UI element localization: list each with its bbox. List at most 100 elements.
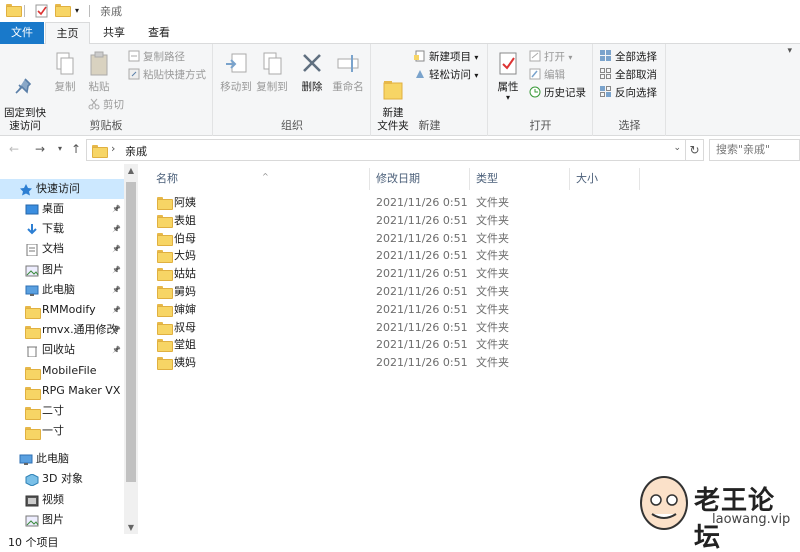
- sidebar-item[interactable]: 此电脑 📌: [0, 280, 124, 300]
- table-row[interactable]: 姨妈 2021/11/26 0:51 文件夹: [152, 354, 642, 372]
- address-bar[interactable]: › 亲戚 ⌄: [86, 139, 686, 161]
- back-arrow-icon[interactable]: ←: [6, 141, 22, 157]
- table-row[interactable]: 婶婶 2021/11/26 0:51 文件夹: [152, 301, 642, 319]
- invert-selection-button[interactable]: 反向选择: [600, 84, 657, 102]
- breadcrumb-current-folder[interactable]: 亲戚: [125, 143, 147, 159]
- document-icon: [25, 243, 39, 257]
- sidebar-item[interactable]: 桌面 📌: [0, 199, 124, 219]
- quick-access-dropdown-icon[interactable]: ▾: [75, 4, 85, 18]
- scrollbar-thumb[interactable]: [126, 182, 136, 482]
- sidebar-scrollbar[interactable]: ▲ ▼: [124, 164, 138, 534]
- file-date: 2021/11/26 0:51: [376, 267, 468, 281]
- sidebar-item[interactable]: RMModify 📌: [0, 300, 124, 320]
- forward-arrow-icon[interactable]: →: [32, 141, 48, 157]
- column-header-type[interactable]: 类型: [470, 168, 570, 190]
- invert-selection-label: 反向选择: [615, 87, 657, 99]
- copy-to-button[interactable]: 复制到: [254, 50, 290, 94]
- pin-icon: 📌: [112, 225, 121, 234]
- sidebar-item[interactable]: MobileFile: [0, 361, 124, 381]
- sidebar-item[interactable]: 图片 📌: [0, 260, 124, 280]
- column-header-name[interactable]: 名称 ^: [150, 168, 370, 190]
- search-input[interactable]: 搜索"亲戚": [709, 139, 800, 161]
- new-folder-icon[interactable]: [55, 4, 71, 18]
- paste-button[interactable]: 粘贴: [84, 50, 114, 94]
- new-item-button[interactable]: 新建项目 ▾: [414, 48, 478, 66]
- sidebar-item[interactable]: RPG Maker VX A: [0, 381, 124, 401]
- picture-icon: [25, 514, 39, 527]
- sidebar-item[interactable]: 3D 对象: [0, 469, 124, 489]
- select-all-button[interactable]: 全部选择: [600, 48, 657, 66]
- folder-icon: [92, 145, 108, 158]
- table-row[interactable]: 堂姐 2021/11/26 0:51 文件夹: [152, 336, 642, 354]
- pin-icon: 📌: [112, 245, 121, 254]
- tab-share[interactable]: 共享: [95, 22, 133, 44]
- sidebar-item[interactable]: 视频: [0, 490, 124, 510]
- item-count: 10 个项目: [8, 536, 59, 549]
- refresh-icon[interactable]: ↻: [686, 139, 704, 161]
- table-row[interactable]: 伯母 2021/11/26 0:51 文件夹: [152, 230, 642, 248]
- table-row[interactable]: 大妈 2021/11/26 0:51 文件夹: [152, 247, 642, 265]
- tab-view[interactable]: 查看: [140, 22, 178, 44]
- recent-locations-chevron-icon[interactable]: ▾: [52, 141, 68, 157]
- edit-button[interactable]: 编辑: [529, 66, 565, 84]
- sidebar-item[interactable]: rmvx.通用修改 📌: [0, 320, 124, 340]
- scroll-down-icon[interactable]: ▼: [124, 523, 138, 532]
- new-group: 新建 文件夹 新建项目 ▾ 轻松访问 ▾ 新建: [372, 44, 488, 136]
- copy-button[interactable]: 复制: [50, 50, 80, 94]
- column-header-size[interactable]: 大小: [570, 168, 640, 190]
- select-all-label: 全部选择: [615, 51, 657, 63]
- table-row[interactable]: 叔母 2021/11/26 0:51 文件夹: [152, 319, 642, 337]
- computer-icon: [25, 284, 39, 296]
- new-folder-icon: [381, 63, 405, 100]
- cut-button[interactable]: 剪切: [88, 96, 124, 114]
- address-dropdown-icon[interactable]: ⌄: [673, 143, 681, 153]
- sidebar-item[interactable]: 图片: [0, 510, 124, 530]
- sidebar-item-this-pc[interactable]: 此电脑: [0, 449, 124, 469]
- folder-icon: [25, 365, 41, 380]
- delete-button[interactable]: 删除: [298, 50, 326, 94]
- sidebar-item[interactable]: 回收站 📌: [0, 340, 124, 360]
- picture-icon: [25, 264, 39, 277]
- file-name: 叔母: [174, 320, 196, 334]
- select-none-button[interactable]: 全部取消: [600, 66, 657, 84]
- sidebar-item-quick-access[interactable]: 快速访问: [0, 179, 124, 199]
- rename-button[interactable]: 重命名: [330, 50, 366, 94]
- copy-path-button[interactable]: 复制路径: [128, 48, 185, 66]
- paste-shortcut-label: 粘贴快捷方式: [143, 69, 206, 81]
- file-date: 2021/11/26 0:51: [376, 338, 468, 352]
- sidebar-item[interactable]: 一寸: [0, 421, 124, 441]
- breadcrumb-chevron-icon[interactable]: ›: [111, 142, 115, 155]
- move-to-button[interactable]: 移动到: [218, 50, 254, 94]
- table-row[interactable]: 舅妈 2021/11/26 0:51 文件夹: [152, 283, 642, 301]
- easy-access-button[interactable]: 轻松访问 ▾: [414, 66, 478, 84]
- history-icon: [529, 86, 541, 98]
- table-row[interactable]: 表姐 2021/11/26 0:51 文件夹: [152, 212, 642, 230]
- sidebar-item[interactable]: 文档 📌: [0, 239, 124, 259]
- history-button[interactable]: 历史记录: [529, 84, 586, 102]
- new-group-label: 新建: [418, 119, 441, 132]
- copy-label: 复制: [54, 81, 76, 93]
- properties-icon: [496, 50, 520, 78]
- sidebar-item-label: 此电脑: [42, 282, 75, 296]
- properties-button[interactable]: 属性 ▾: [493, 50, 523, 102]
- file-type: 文件夹: [476, 267, 509, 281]
- copy-to-icon: [260, 50, 284, 78]
- file-type: 文件夹: [476, 320, 509, 334]
- open-button[interactable]: 打开 ▾: [529, 48, 572, 66]
- sidebar-item[interactable]: 二寸: [0, 401, 124, 421]
- easy-access-label: 轻松访问: [429, 69, 471, 81]
- tab-home[interactable]: 主页: [45, 22, 90, 45]
- file-date: 2021/11/26 0:51: [376, 231, 468, 245]
- up-arrow-icon[interactable]: ↑: [68, 141, 84, 157]
- scroll-up-icon[interactable]: ▲: [124, 166, 138, 175]
- divider: [24, 5, 25, 17]
- table-row[interactable]: 姑姑 2021/11/26 0:51 文件夹: [152, 265, 642, 283]
- sidebar-item[interactable]: 下载 📌: [0, 219, 124, 239]
- column-header-date[interactable]: 修改日期: [370, 168, 470, 190]
- table-row[interactable]: 阿姨 2021/11/26 0:51 文件夹: [152, 194, 642, 212]
- ribbon: 固定到快 速访问 复制 粘贴 复制路径 粘贴快捷方式 剪切 剪贴板 移动到 复制…: [0, 44, 800, 136]
- properties-icon[interactable]: [35, 4, 49, 18]
- tab-file[interactable]: 文件: [0, 22, 44, 44]
- paste-shortcut-button[interactable]: 粘贴快捷方式: [128, 66, 206, 84]
- ribbon-collapse-icon[interactable]: ▾: [787, 46, 792, 56]
